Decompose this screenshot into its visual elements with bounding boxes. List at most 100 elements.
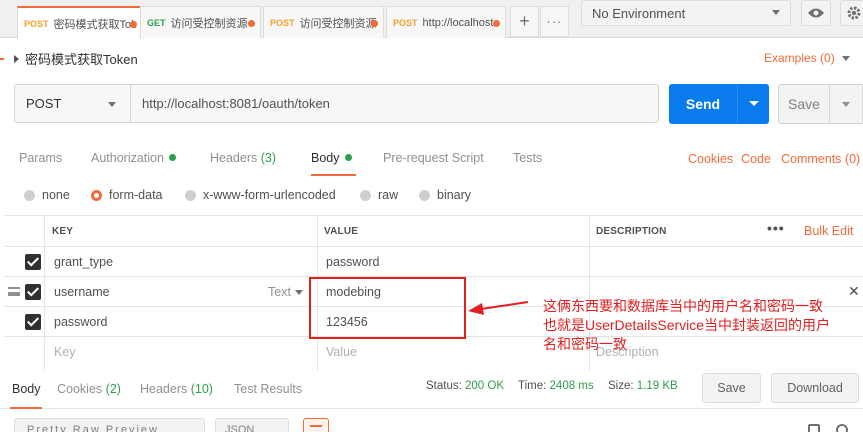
response-format-select[interactable]: JSON (215, 418, 289, 432)
tab-method-label: POST (270, 17, 295, 28)
environment-select[interactable]: No Environment (581, 0, 791, 26)
unsaved-dot-icon (130, 21, 137, 28)
row-key[interactable]: username (54, 285, 110, 299)
time-value: 2408 ms (549, 380, 594, 392)
chevron-down-icon (841, 55, 850, 61)
chevron-down-icon (749, 101, 759, 106)
tab-authorization[interactable]: Authorization (91, 151, 176, 165)
time-readout: Time: 2408 ms (518, 380, 594, 392)
active-tab-indicator (311, 174, 356, 176)
search-icon[interactable] (836, 424, 848, 432)
headers-count: (10) (190, 382, 213, 396)
manage-environments-button[interactable] (840, 0, 863, 26)
request-tab-1[interactable]: POST 密码模式获取Token (17, 6, 143, 39)
request-tab-2[interactable]: GET 访问受控制资源 (140, 6, 261, 38)
unsaved-dot-icon (371, 20, 378, 27)
field-type-select[interactable]: Text (268, 285, 303, 299)
response-tab-cookies[interactable]: Cookies (2) (57, 382, 121, 396)
download-response-button[interactable]: Download (771, 373, 859, 403)
response-tab-test-results[interactable]: Test Results (234, 382, 302, 396)
size-readout: Size: 1.19 KB (608, 380, 678, 392)
request-tab-4[interactable]: POST http://localhost (386, 6, 506, 38)
request-tab-strip: POST 密码模式获取Token GET 访问受控制资源 POST 访问受控制资… (0, 0, 863, 39)
tab-tests[interactable]: Tests (513, 151, 542, 165)
body-type-form-data-radio[interactable]: form-data (91, 188, 163, 202)
radio-label: binary (437, 188, 472, 202)
save-response-button[interactable]: Save (702, 373, 761, 403)
response-tab-headers[interactable]: Headers (10) (140, 382, 213, 396)
wrap-lines-icon[interactable] (303, 418, 329, 432)
bulk-edit-link[interactable]: Bulk Edit (804, 224, 853, 238)
url-input[interactable] (131, 84, 659, 123)
save-options-button[interactable] (830, 84, 863, 124)
plus-icon: + (519, 11, 530, 31)
more-tabs-button[interactable]: ··· (540, 6, 569, 37)
cookies-link[interactable]: Cookies (688, 152, 733, 166)
more-options-icon[interactable]: ••• (767, 220, 785, 236)
save-button[interactable]: Save (778, 84, 830, 124)
radio-label: x-www-form-urlencoded (203, 188, 336, 202)
send-label: Send (685, 96, 721, 112)
value-column-header: VALUE (324, 226, 359, 237)
method-select[interactable]: POST (14, 84, 131, 123)
description-column-header: DESCRIPTION (596, 226, 667, 237)
row-value[interactable]: password (326, 255, 380, 269)
unsaved-dot-icon (248, 20, 255, 27)
send-button[interactable]: Send (669, 84, 737, 124)
tab-pre-request-script[interactable]: Pre-request Script (383, 151, 484, 165)
tab-label: Body (311, 151, 340, 165)
comments-link[interactable]: Comments (0) (781, 152, 860, 166)
body-type-raw-radio[interactable]: raw (360, 188, 398, 202)
row-enabled-checkbox[interactable] (25, 284, 41, 300)
radio-label: none (42, 188, 70, 202)
chevron-down-icon (294, 289, 303, 295)
annotation-line: 名和密码一致 (543, 336, 627, 352)
radio-icon (419, 189, 430, 201)
body-type-urlencoded-radio[interactable]: x-www-form-urlencoded (185, 188, 336, 202)
response-view-mode-group[interactable]: Pretty Raw Preview (14, 418, 205, 432)
row-key[interactable]: grant_type (54, 255, 113, 269)
row-enabled-checkbox[interactable] (25, 314, 41, 330)
request-tab-3[interactable]: POST 访问受控制资源 (263, 6, 384, 38)
radio-label: raw (378, 188, 399, 202)
environment-label: No Environment (592, 5, 686, 21)
cookies-count: (2) (105, 382, 121, 396)
response-tab-body[interactable]: Body (12, 382, 41, 396)
sidebar-edge-marker (0, 58, 4, 60)
tab-label: Headers (210, 151, 258, 165)
body-type-none-radio[interactable]: none (24, 188, 70, 202)
request-name[interactable]: 密码模式获取Token (14, 49, 138, 68)
radio-icon (24, 189, 35, 201)
key-column-header: KEY (52, 226, 74, 237)
key-placeholder[interactable]: Key (54, 345, 76, 359)
eye-icon (808, 8, 824, 18)
code-link[interactable]: Code (741, 152, 771, 166)
radio-icon (360, 189, 371, 201)
time-label: Time: (518, 380, 547, 392)
tab-params[interactable]: Params (19, 151, 62, 165)
request-name-text: 密码模式获取Token (25, 52, 138, 67)
drag-handle-icon[interactable] (8, 287, 20, 296)
tab-method-label: GET (147, 17, 166, 28)
environment-quick-look-button[interactable] (801, 0, 831, 26)
new-tab-button[interactable]: + (510, 6, 539, 37)
tab-body[interactable]: Body (311, 151, 352, 165)
value-placeholder[interactable]: Value (326, 345, 357, 359)
send-options-button[interactable] (737, 84, 769, 124)
tab-label: Pre-request Script (383, 151, 484, 165)
row-key[interactable]: password (54, 315, 108, 329)
status-readout: Status: 200 OK (426, 380, 504, 392)
examples-dropdown[interactable]: Examples (0) (764, 51, 850, 65)
row-enabled-checkbox[interactable] (25, 254, 41, 270)
body-type-binary-radio[interactable]: binary (419, 188, 471, 202)
ellipsis-icon: ··· (546, 14, 563, 29)
tab-label: Cookies (57, 382, 103, 396)
tab-label: Tests (513, 151, 543, 165)
table-row: grant_type password (4, 247, 863, 277)
tab-label: Headers (140, 382, 188, 396)
chevron-down-icon (842, 102, 850, 107)
annotation-line: 这俩东西要和数据库当中的用户名和密码一致 (543, 298, 823, 314)
copy-icon[interactable] (808, 424, 820, 432)
tab-headers[interactable]: Headers (3) (210, 151, 276, 165)
status-dot-icon (344, 154, 352, 161)
